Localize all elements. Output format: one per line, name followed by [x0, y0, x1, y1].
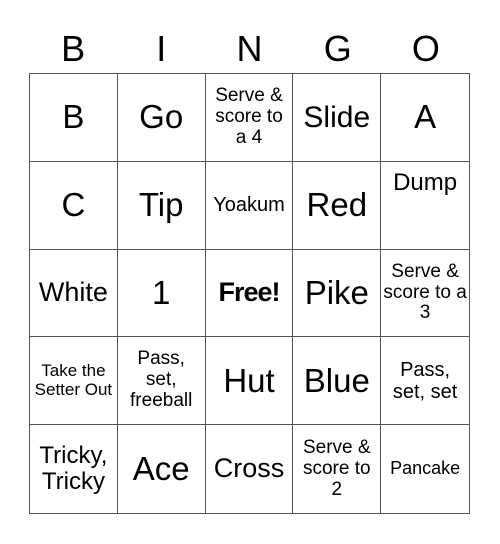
bingo-cell[interactable]: White: [30, 249, 118, 338]
bingo-cell[interactable]: Dump: [381, 162, 469, 250]
header-letter-b: B: [61, 28, 86, 69]
bingo-cell[interactable]: A: [381, 74, 469, 162]
bingo-cell[interactable]: Pass, set, set: [381, 337, 469, 426]
bingo-cell[interactable]: B: [30, 74, 118, 162]
header-letter-g: G: [323, 28, 352, 69]
bingo-header: B I N G O: [29, 26, 470, 72]
bingo-cell[interactable]: Pancake: [381, 425, 469, 513]
bingo-cell[interactable]: Hut: [205, 337, 294, 426]
bingo-cell[interactable]: Tip: [117, 161, 206, 250]
bingo-cell[interactable]: C: [30, 161, 118, 250]
bingo-cell[interactable]: Tricky, Tricky: [30, 425, 118, 513]
bingo-cell[interactable]: Red: [293, 161, 382, 250]
bingo-cell[interactable]: Cross: [206, 425, 294, 513]
bingo-cell[interactable]: Take the Setter Out: [30, 337, 118, 426]
bingo-cell[interactable]: Serve & score to a 3: [381, 250, 469, 338]
free-space[interactable]: Free!: [205, 249, 294, 338]
header-letter-i: I: [156, 28, 167, 69]
header-letter-n: N: [236, 28, 263, 69]
header-letter-o: O: [411, 28, 440, 69]
bingo-cell[interactable]: Serve & score to a 4: [205, 74, 294, 162]
bingo-cell[interactable]: Yoakum: [205, 161, 294, 250]
bingo-cell[interactable]: Blue: [293, 337, 382, 426]
bingo-cell[interactable]: Pike: [293, 249, 382, 338]
bingo-cell[interactable]: 1: [117, 249, 206, 338]
bingo-cell[interactable]: Ace: [118, 425, 206, 513]
bingo-cell[interactable]: Serve & score to 2: [293, 425, 382, 513]
bingo-cell[interactable]: Pass, set, freeball: [117, 337, 206, 426]
bingo-cell[interactable]: Go: [117, 74, 206, 162]
bingo-card: B Go Serve & score to a 4 Slide A C Tip …: [29, 73, 470, 514]
bingo-cell[interactable]: Slide: [293, 74, 382, 162]
